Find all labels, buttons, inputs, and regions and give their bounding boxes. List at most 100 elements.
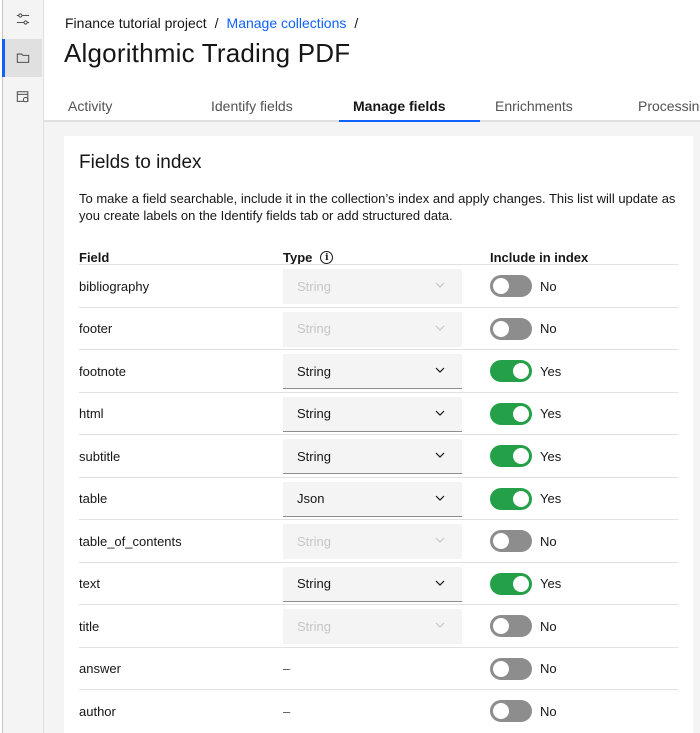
tab-activity[interactable]: Activity xyxy=(44,92,197,122)
type-dropdown-value: Json xyxy=(297,491,325,506)
breadcrumb-separator: / xyxy=(354,15,359,31)
tab-enrichments[interactable]: Enrichments xyxy=(480,92,622,122)
include-toggle-group: No xyxy=(490,520,557,562)
include-toggle[interactable] xyxy=(490,530,532,552)
chevron-down-icon xyxy=(435,537,445,543)
document-settings-icon[interactable] xyxy=(3,78,42,116)
toggle-knob xyxy=(513,405,529,422)
chevron-down-icon xyxy=(435,452,445,458)
include-toggle-label: Yes xyxy=(540,406,562,421)
type-empty: – xyxy=(283,661,291,676)
include-toggle-group: No xyxy=(490,605,557,647)
include-toggle[interactable] xyxy=(490,487,532,510)
type-dropdown: String xyxy=(283,311,462,347)
breadcrumb-separator: / xyxy=(214,15,219,31)
toggle-knob xyxy=(493,533,509,549)
chevron-down-icon xyxy=(435,495,445,501)
table-row: answer – No xyxy=(79,646,678,690)
type-dropdown[interactable]: String xyxy=(283,396,462,432)
toggle-knob xyxy=(493,660,509,677)
include-toggle-group: No xyxy=(490,265,557,307)
chevron-down-icon xyxy=(435,410,445,416)
sliders-icon[interactable] xyxy=(3,0,42,38)
include-toggle-group: No xyxy=(490,308,557,350)
type-dropdown-value: String xyxy=(297,363,331,379)
table-row: subtitle String Yes xyxy=(79,434,678,477)
table-row: author – No xyxy=(79,689,678,732)
include-toggle-label: No xyxy=(540,618,557,634)
tab-identify-fields[interactable]: Identify fields xyxy=(197,92,339,122)
include-toggle-group: Yes xyxy=(490,350,561,392)
field-name: table_of_contents xyxy=(79,533,182,549)
include-toggle-label: Yes xyxy=(540,576,562,591)
type-dropdown-value: String xyxy=(297,533,331,549)
field-name: footnote xyxy=(79,363,126,379)
type-dropdown: String xyxy=(283,269,462,304)
table-row: bibliography String No xyxy=(79,264,678,307)
column-header-field: Field xyxy=(79,250,109,265)
toggle-knob xyxy=(513,363,529,379)
include-toggle-label: Yes xyxy=(540,363,562,379)
chevron-down-icon xyxy=(435,282,445,288)
table-row: footnote String Yes xyxy=(79,349,678,392)
chevron-down-icon xyxy=(435,325,445,331)
breadcrumb-project: Finance tutorial project xyxy=(65,15,207,31)
include-toggle-group: Yes xyxy=(490,563,561,605)
breadcrumb-manage-collections-link[interactable]: Manage collections xyxy=(227,15,347,31)
folder-icon[interactable] xyxy=(2,39,42,77)
field-name: bibliography xyxy=(79,278,150,294)
chevron-down-icon xyxy=(435,622,445,628)
include-toggle[interactable] xyxy=(490,445,532,467)
include-toggle[interactable] xyxy=(490,615,532,637)
type-dropdown-value: String xyxy=(297,278,331,294)
include-toggle-group: Yes xyxy=(490,393,561,435)
include-toggle[interactable] xyxy=(490,657,532,680)
table-row: text String Yes xyxy=(79,561,678,605)
include-toggle-label: No xyxy=(540,661,557,676)
include-toggle-group: No xyxy=(490,648,557,690)
type-dropdown[interactable]: Json xyxy=(283,481,462,517)
include-toggle-label: No xyxy=(540,321,557,336)
include-toggle[interactable] xyxy=(490,317,532,340)
card-title: Fields to index xyxy=(79,152,202,173)
tab-processing[interactable]: Processing xyxy=(622,92,700,122)
include-toggle-label: No xyxy=(540,278,557,294)
field-name: answer xyxy=(79,661,121,676)
type-dropdown-value: String xyxy=(297,321,331,336)
type-dropdown[interactable]: String xyxy=(283,439,462,474)
include-toggle[interactable] xyxy=(490,402,532,425)
info-icon[interactable]: i xyxy=(320,251,334,264)
table-row: footer String No xyxy=(79,306,678,350)
include-toggle[interactable] xyxy=(490,360,532,382)
type-empty: – xyxy=(283,703,291,719)
type-dropdown[interactable]: String xyxy=(283,566,462,602)
include-toggle-group: Yes xyxy=(490,435,561,477)
toggle-knob xyxy=(493,278,509,294)
toggle-knob xyxy=(513,575,529,592)
field-name: author xyxy=(79,703,116,719)
column-header-field-label: Field xyxy=(79,250,110,265)
breadcrumb: Finance tutorial project / Manage collec… xyxy=(65,15,358,31)
column-header-include: Include in index xyxy=(490,250,588,265)
type-dropdown[interactable]: String xyxy=(283,354,462,389)
tab-manage-fields[interactable]: Manage fields xyxy=(339,92,480,122)
include-toggle[interactable] xyxy=(490,700,532,722)
table-row: table_of_contents String No xyxy=(79,519,678,562)
include-toggle[interactable] xyxy=(490,275,532,297)
include-toggle[interactable] xyxy=(490,572,532,595)
toggle-knob xyxy=(493,618,509,634)
field-name: table xyxy=(79,491,108,506)
card-description: To make a field searchable, include it i… xyxy=(79,191,676,223)
type-dropdown: String xyxy=(283,524,462,559)
include-toggle-label: Yes xyxy=(540,448,562,464)
toggle-knob xyxy=(493,703,509,719)
chevron-down-icon xyxy=(435,580,445,586)
field-name: subtitle xyxy=(79,448,121,464)
toggle-knob xyxy=(513,490,529,507)
page-title: Algorithmic Trading PDF xyxy=(64,38,351,68)
field-name: title xyxy=(79,618,100,634)
toggle-knob xyxy=(513,448,529,464)
fields-card: Fields to index To make a field searchab… xyxy=(64,136,693,733)
field-name: footer xyxy=(79,321,113,336)
include-toggle-label: No xyxy=(540,703,557,719)
